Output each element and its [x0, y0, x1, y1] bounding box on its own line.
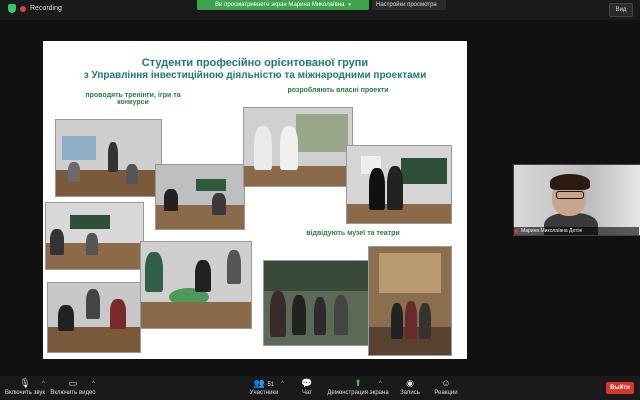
label-museums: відвідують музеї та театри: [306, 230, 400, 237]
view-options-menu[interactable]: Настройки просмотра: [372, 0, 446, 10]
share-options-chevron-icon[interactable]: ^: [379, 381, 382, 387]
reactions-button[interactable]: ☺ Реакции: [421, 378, 471, 396]
video-options-chevron-icon[interactable]: ^: [92, 381, 95, 387]
photo-blackboard-classroom: [45, 202, 144, 270]
record-label: Запись: [400, 390, 420, 396]
photo-museum: [263, 260, 370, 346]
photo-theatre: [368, 246, 452, 356]
photo-board-game: [140, 241, 252, 329]
video-off-icon: ▭: [68, 378, 78, 388]
participant-video-tile[interactable]: [513, 164, 640, 236]
leave-label: Выйти: [610, 385, 630, 391]
participant-name-tag: Марина Миколаївна Детіні: [513, 227, 639, 235]
unmute-label: Включить звук: [4, 390, 45, 396]
recording-indicator: Recording: [8, 4, 62, 13]
viewing-banner-text: Ви просматриваете экран Марина Миколаївн…: [215, 2, 345, 8]
photo-students-tables: [155, 164, 245, 230]
chat-icon: 💬: [301, 378, 313, 388]
view-button-label: Вид: [615, 7, 627, 13]
top-bar: Recording Ви просматриваете экран Марина…: [0, 0, 640, 20]
chevron-down-icon: ▾: [348, 2, 351, 8]
security-shield-icon[interactable]: [8, 4, 16, 13]
photo-certificates: [346, 145, 452, 224]
viewing-screen-banner[interactable]: Ви просматриваете экран Марина Миколаївн…: [197, 0, 369, 10]
slide-title-line1: Студенти професійно орієнтованої групи: [141, 57, 369, 69]
chat-label: Чат: [302, 390, 312, 396]
participant-hair: [550, 174, 590, 190]
mic-muted-icon: [515, 229, 518, 233]
label-trainings: проводять тренінги, ігри та конкурси: [85, 92, 181, 106]
participant-name: Марина Миколаївна Детіні: [521, 228, 583, 234]
meeting-toolbar: 🎙 Включить звук ^ ▭ Включить видео ^ 👥 5…: [0, 376, 640, 400]
reactions-icon: ☺: [441, 378, 451, 388]
participants-label: Участники: [249, 390, 279, 396]
label-projects: розробляють власні проекти: [287, 87, 389, 94]
participants-count: 51: [267, 382, 275, 388]
participant-glasses: [556, 191, 584, 199]
recording-label: Recording: [30, 5, 62, 12]
record-dot-icon: [20, 5, 26, 12]
share-screen-label: Демонстрация экрана: [327, 390, 389, 396]
reactions-label: Реакции: [434, 390, 458, 396]
start-video-label: Включить видео: [50, 390, 96, 396]
photo-classroom-screen: [55, 119, 162, 197]
photo-project-presentation: [243, 107, 353, 187]
view-options-label: Настройки просмотра: [376, 2, 437, 8]
chat-button[interactable]: 💬 Чат: [282, 378, 332, 396]
leave-meeting-button[interactable]: Выйти: [606, 382, 634, 394]
view-button[interactable]: Вид: [609, 3, 633, 17]
photo-group-table: [47, 282, 141, 353]
presentation-slide: Студенти професійно орієнтованої групи з…: [43, 41, 467, 359]
start-video-button[interactable]: ▭ Включить видео: [48, 378, 98, 396]
audio-options-chevron-icon[interactable]: ^: [42, 381, 45, 387]
slide-title-line2: з Управління інвестиційною діяльністю та…: [83, 70, 427, 81]
